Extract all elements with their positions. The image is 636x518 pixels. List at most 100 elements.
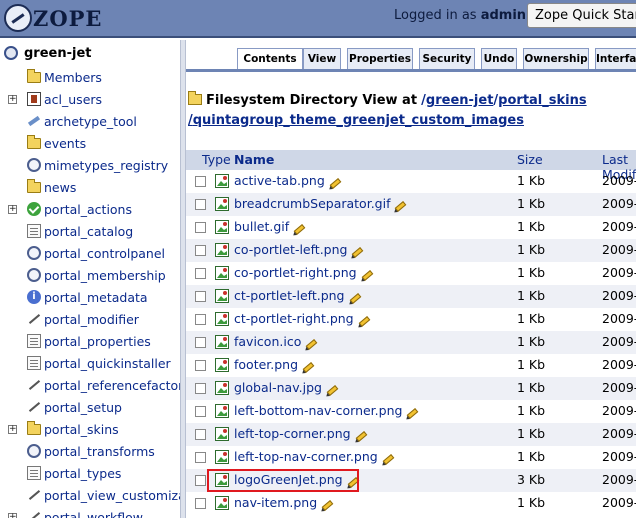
image-file-icon[interactable] [215, 266, 229, 280]
path-link-green-jet[interactable]: green-jet [426, 93, 494, 108]
zope-logo[interactable]: ZOPE [4, 4, 102, 32]
select-checkbox[interactable] [195, 176, 206, 187]
file-name-link[interactable]: co-portlet-right.png [234, 265, 373, 281]
expand-icon[interactable]: + [8, 512, 17, 518]
file-name[interactable]: breadcrumbSeparator.gif [234, 196, 390, 211]
tree-item[interactable]: archetype_tool [0, 110, 180, 132]
file-name[interactable]: co-portlet-right.png [234, 265, 357, 280]
tab-properties[interactable]: Properties [347, 48, 413, 69]
tree-item[interactable]: + acl_users [0, 88, 180, 110]
tab-undo[interactable]: Undo [481, 48, 517, 69]
select-checkbox[interactable] [195, 406, 206, 417]
select-checkbox[interactable] [195, 383, 206, 394]
tree-item[interactable]: portal_properties [0, 330, 180, 352]
select-checkbox[interactable] [195, 429, 206, 440]
file-name-link[interactable]: bullet.gif [234, 219, 306, 235]
image-file-icon[interactable] [215, 404, 229, 418]
file-name-link[interactable]: left-bottom-nav-corner.png [234, 403, 419, 419]
file-name-link[interactable]: co-portlet-left.png [234, 242, 364, 258]
select-checkbox[interactable] [195, 452, 206, 463]
tree-item[interactable]: portal_view_customizations [0, 484, 180, 506]
tree-item[interactable]: portal_modifier [0, 308, 180, 330]
select-checkbox[interactable] [195, 199, 206, 210]
file-name[interactable]: favicon.ico [234, 334, 301, 349]
file-name-link[interactable]: ct-portlet-right.png [234, 311, 370, 327]
image-file-icon[interactable] [215, 174, 229, 188]
image-file-icon[interactable] [215, 220, 229, 234]
image-file-icon[interactable] [215, 427, 229, 441]
file-name[interactable]: left-top-corner.png [234, 426, 351, 441]
expand-icon[interactable]: + [8, 94, 17, 104]
image-file-icon[interactable] [215, 381, 229, 395]
column-size[interactable]: Size [517, 152, 543, 167]
file-name-link[interactable]: nav-item.png [234, 495, 334, 511]
tree-item[interactable]: mimetypes_registry [0, 154, 180, 176]
expand-icon[interactable]: + [8, 424, 17, 434]
file-name[interactable]: left-top-nav-corner.png [234, 449, 378, 464]
tab-security[interactable]: Security [419, 48, 475, 69]
tree-item[interactable]: portal_membership [0, 264, 180, 286]
file-name-link[interactable]: active-tab.png [234, 173, 342, 189]
file-name[interactable]: global-nav.jpg [234, 380, 322, 395]
image-file-icon[interactable] [215, 197, 229, 211]
select-checkbox[interactable] [195, 268, 206, 279]
file-name-link[interactable]: left-top-nav-corner.png [234, 449, 395, 465]
tree-item[interactable]: portal_metadata [0, 286, 180, 308]
select-checkbox[interactable] [195, 498, 206, 509]
tab-ownership[interactable]: Ownership [523, 48, 589, 69]
file-name[interactable]: bullet.gif [234, 219, 289, 234]
tree-item[interactable]: + portal_skins [0, 418, 180, 440]
tree-item[interactable]: portal_catalog [0, 220, 180, 242]
image-file-icon[interactable] [215, 312, 229, 326]
tree-item[interactable]: news [0, 176, 180, 198]
tree-item[interactable]: portal_setup [0, 396, 180, 418]
edit-pencil-icon [382, 454, 395, 465]
file-name-link[interactable]: footer.png [234, 357, 315, 373]
column-type[interactable]: Type [202, 152, 231, 167]
tree-item[interactable]: + portal_actions [0, 198, 180, 220]
select-checkbox[interactable] [195, 360, 206, 371]
expand-icon[interactable]: + [8, 204, 17, 214]
tab-contents[interactable]: Contents [237, 48, 303, 69]
file-name[interactable]: ct-portlet-right.png [234, 311, 354, 326]
file-name-link[interactable]: breadcrumbSeparator.gif [234, 196, 407, 212]
select-checkbox[interactable] [195, 291, 206, 302]
tree-item[interactable]: portal_transforms [0, 440, 180, 462]
file-name[interactable]: co-portlet-left.png [234, 242, 347, 257]
image-file-icon[interactable] [215, 450, 229, 464]
edit-pencil-icon [321, 500, 334, 511]
tree-item[interactable]: portal_controlpanel [0, 242, 180, 264]
column-name[interactable]: Name [234, 152, 274, 167]
select-checkbox[interactable] [195, 314, 206, 325]
file-name[interactable]: left-bottom-nav-corner.png [234, 403, 402, 418]
quick-start-select[interactable]: Zope Quick Start [527, 3, 636, 28]
tab-interfaces[interactable]: Interfaces [595, 48, 636, 69]
tree-root[interactable]: green-jet [0, 40, 180, 66]
select-checkbox[interactable] [195, 222, 206, 233]
file-name-link[interactable]: ct-portlet-left.png [234, 288, 361, 304]
image-file-icon[interactable] [215, 358, 229, 372]
tree-item[interactable]: portal_types [0, 462, 180, 484]
select-checkbox[interactable] [195, 475, 206, 486]
file-name-link[interactable]: global-nav.jpg [234, 380, 339, 396]
path-link-custom-images[interactable]: quintagroup_theme_greenjet_custom_images [193, 113, 524, 128]
file-name[interactable]: active-tab.png [234, 173, 325, 188]
tree-item[interactable]: Members [0, 66, 180, 88]
tab-view[interactable]: View [303, 48, 341, 69]
file-name[interactable]: footer.png [234, 357, 298, 372]
tree-item[interactable]: events [0, 132, 180, 154]
file-name[interactable]: nav-item.png [234, 495, 317, 510]
image-file-icon[interactable] [215, 335, 229, 349]
tree-item[interactable]: + portal_workflow [0, 506, 180, 518]
file-name-link[interactable]: left-top-corner.png [234, 426, 367, 442]
file-name-link[interactable]: favicon.ico [234, 334, 318, 350]
tree-item[interactable]: portal_quickinstaller [0, 352, 180, 374]
file-name[interactable]: ct-portlet-left.png [234, 288, 345, 303]
select-checkbox[interactable] [195, 245, 206, 256]
tree-item[interactable]: portal_referencefactories [0, 374, 180, 396]
path-link-portal-skins[interactable]: portal_skins [498, 93, 586, 108]
image-file-icon[interactable] [215, 243, 229, 257]
image-file-icon[interactable] [215, 496, 229, 510]
select-checkbox[interactable] [195, 337, 206, 348]
image-file-icon[interactable] [215, 289, 229, 303]
